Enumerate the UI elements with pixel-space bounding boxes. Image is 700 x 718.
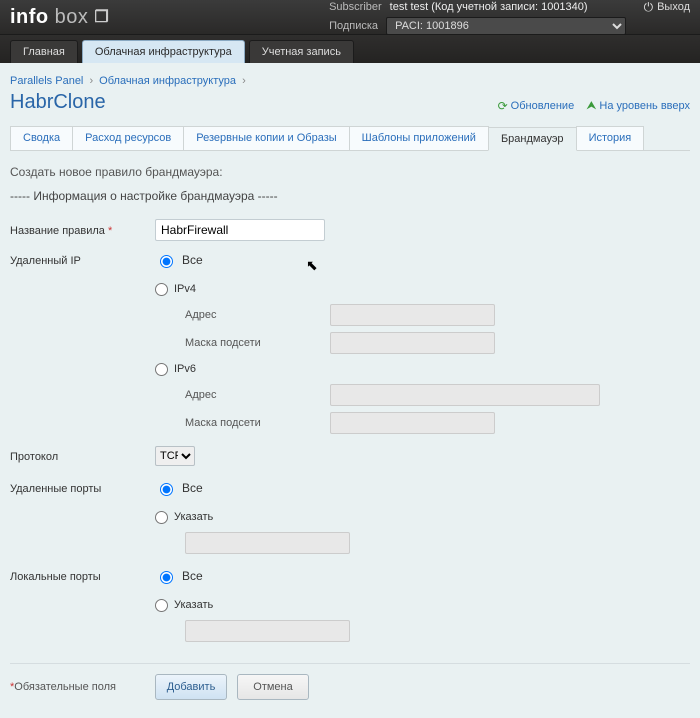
breadcrumb-item-1[interactable]: Облачная инфраструктура	[99, 75, 236, 87]
subscriber-label: Subscriber	[329, 1, 382, 13]
navtab-main[interactable]: Главная	[10, 40, 78, 63]
ipv6-mask-label: Маска подсети	[185, 417, 330, 429]
logout-link[interactable]: ⏻ Выход	[644, 0, 690, 15]
up-icon: ⮝	[586, 98, 596, 113]
subtab-firewall[interactable]: Брандмауэр	[488, 127, 577, 151]
protocol-label: Протокол	[10, 449, 155, 463]
subtab-history[interactable]: История	[576, 126, 645, 150]
ipv4-mask-input	[330, 332, 495, 354]
brand-logo: infobox ❒	[10, 6, 109, 29]
ipv4-addr-label: Адрес	[185, 309, 330, 321]
local-ports-all-label: Все	[182, 569, 203, 583]
remote-ip-all-label: Все	[182, 253, 203, 267]
ipv4-addr-input	[330, 304, 495, 326]
logout-label: Выход	[657, 1, 690, 13]
section-head: ----- Информация о настройке брандмауэра…	[10, 189, 690, 203]
subscription-select[interactable]: PACI: 1001896	[386, 17, 626, 35]
subtab-summary[interactable]: Сводка	[10, 126, 73, 150]
refresh-link[interactable]: ⟳ Обновление	[498, 98, 575, 113]
page-title: HabrClone	[10, 91, 106, 114]
level-up-link[interactable]: ⮝ На уровень вверх	[586, 98, 690, 113]
subtab-backups[interactable]: Резервные копии и Образы	[183, 126, 349, 150]
remote-ports-label: Удаленные порты	[10, 481, 155, 495]
remote-ports-spec-radio[interactable]	[155, 511, 168, 524]
brand-text-prefix: info	[10, 6, 49, 29]
cube-icon: ❒	[94, 7, 109, 27]
remote-ports-spec-label: Указать	[174, 511, 213, 523]
local-ports-input	[185, 620, 350, 642]
protocol-select[interactable]: TCP	[155, 446, 195, 466]
main-nav: Главная Облачная инфраструктура Учетная …	[0, 35, 700, 63]
breadcrumb-item-0[interactable]: Parallels Panel	[10, 75, 83, 87]
remote-ip-label: Удаленный IP	[10, 253, 155, 267]
required-note: *Обязательные поля	[10, 681, 155, 693]
remote-ports-all-radio[interactable]	[160, 483, 173, 496]
local-ports-spec-radio[interactable]	[155, 599, 168, 612]
subtab-templates[interactable]: Шаблоны приложений	[349, 126, 489, 150]
local-ports-label: Локальные порты	[10, 569, 155, 583]
create-note: Создать новое правило брандмауэра:	[10, 165, 690, 179]
local-ports-all-radio[interactable]	[160, 571, 173, 584]
remote-ip-all-radio[interactable]	[160, 255, 173, 268]
subtabs: Сводка Расход ресурсов Резервные копии и…	[10, 126, 690, 151]
rule-name-input[interactable]	[155, 219, 325, 241]
subtab-usage[interactable]: Расход ресурсов	[72, 126, 184, 150]
navtab-account[interactable]: Учетная запись	[249, 40, 354, 63]
remote-ip-ipv4-label: IPv4	[174, 283, 196, 295]
local-ports-spec-label: Указать	[174, 599, 213, 611]
remote-ip-ipv6-radio[interactable]	[155, 363, 168, 376]
ipv6-mask-input	[330, 412, 495, 434]
refresh-icon: ⟳	[498, 99, 508, 113]
remote-ports-all-label: Все	[182, 481, 203, 495]
breadcrumb: Parallels Panel › Облачная инфраструктур…	[10, 71, 690, 91]
subscriber-value: test test (Код учетной записи: 1001340)	[390, 1, 588, 13]
remote-ip-ipv4-radio[interactable]	[155, 283, 168, 296]
brand-text-suffix: box	[55, 6, 89, 29]
ipv6-addr-label: Адрес	[185, 389, 330, 401]
remote-ip-ipv6-label: IPv6	[174, 363, 196, 375]
navtab-cloud[interactable]: Облачная инфраструктура	[82, 40, 245, 63]
subscription-label: Подписка	[329, 20, 378, 32]
remote-ports-input	[185, 532, 350, 554]
ipv6-addr-input	[330, 384, 600, 406]
cancel-button[interactable]: Отмена	[237, 674, 309, 700]
power-icon: ⏻	[644, 0, 654, 15]
rule-name-label: Название правила *	[10, 223, 155, 237]
ipv4-mask-label: Маска подсети	[185, 337, 330, 349]
add-button[interactable]: Добавить	[155, 674, 227, 700]
